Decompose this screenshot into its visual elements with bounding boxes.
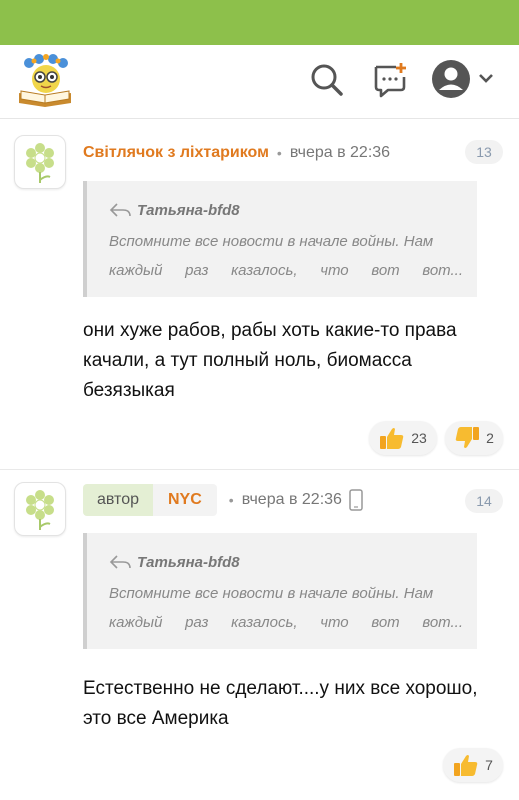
- quote-word: каждый: [109, 614, 163, 631]
- like-button[interactable]: 7: [443, 748, 503, 782]
- quote-word: вот...: [422, 614, 463, 631]
- user-avatar[interactable]: [14, 135, 66, 189]
- quote-word: вот: [371, 262, 400, 279]
- reply-arrow-icon: [109, 555, 131, 569]
- user-avatar-icon: [432, 60, 493, 98]
- separator-dot: •: [276, 145, 282, 161]
- quote-word: казалось,: [231, 614, 298, 631]
- quote-word: что: [320, 614, 349, 631]
- dislike-count: 2: [486, 430, 494, 446]
- comment-number[interactable]: 14: [465, 489, 503, 513]
- quote-author: Татьяна-bfd8: [137, 201, 240, 219]
- quote-line-2: каждый раз казалось, что вот вот...: [109, 256, 463, 285]
- site-header: [0, 45, 519, 119]
- comment-meta: Світлячок з ліхтариком • вчера в 22:36: [83, 138, 390, 168]
- username[interactable]: NYC: [153, 484, 217, 516]
- quote-word: казалось,: [231, 262, 298, 279]
- thumbs-down-icon: [455, 427, 480, 448]
- quote-block[interactable]: Татьяна-bfd8 Вспомните все новости в нач…: [83, 181, 477, 297]
- like-count: 7: [485, 757, 493, 773]
- user-menu-button[interactable]: [431, 59, 497, 99]
- chevron-down-icon: [479, 74, 493, 83]
- quote-word: вот: [371, 614, 400, 631]
- quote-word: каждый: [109, 262, 163, 279]
- separator-dot: •: [228, 492, 234, 508]
- username[interactable]: Світлячок з ліхтариком: [83, 144, 269, 162]
- search-icon[interactable]: [306, 59, 346, 99]
- quote-text: Вспомните все новости в начале войны. На…: [109, 579, 463, 637]
- thumbs-up-icon: [454, 755, 478, 776]
- mobile-device-icon: [349, 489, 363, 511]
- comment-14: автор NYC • вчера в 22:36 14 Татьяна-bfd8…: [0, 470, 519, 800]
- author-badge: автор: [83, 484, 153, 516]
- quote-text: Вспомните все новости в начале войны. На…: [109, 227, 463, 285]
- book-logo[interactable]: [15, 53, 77, 109]
- flower-avatar-icon: [26, 143, 54, 183]
- quote-line-1: Вспомните все новости в начале войны. На…: [109, 233, 434, 250]
- comment-number[interactable]: 13: [465, 140, 503, 164]
- flower-avatar-icon: [26, 490, 54, 530]
- timestamp: вчера в 22:36: [241, 491, 342, 508]
- quote-word: раз: [185, 262, 209, 279]
- reply-arrow-icon: [109, 203, 131, 217]
- new-post-icon[interactable]: [370, 59, 410, 99]
- timestamp: вчера в 22:36: [289, 144, 391, 161]
- quote-word: раз: [185, 614, 209, 631]
- comment-meta: автор NYC • вчера в 22:36: [83, 484, 364, 516]
- quote-word: что: [320, 262, 349, 279]
- thumbs-up-icon: [380, 428, 404, 449]
- quote-header: Татьяна-bfd8: [109, 199, 463, 221]
- like-button[interactable]: 23: [369, 421, 437, 455]
- like-count: 23: [411, 430, 427, 446]
- quote-author: Татьяна-bfd8: [137, 553, 240, 571]
- quote-word: вот...: [422, 262, 463, 279]
- dislike-button[interactable]: 2: [445, 421, 503, 455]
- comment-text: они хуже рабов, рабы хоть какие-то права…: [83, 320, 457, 401]
- quote-header: Татьяна-bfd8: [109, 551, 463, 573]
- quote-line-2: каждый раз казалось, что вот вот...: [109, 608, 463, 637]
- comment-text: Естественно не сделают....у них все хоро…: [83, 678, 478, 729]
- quote-line-1: Вспомните все новости в начале войны. На…: [109, 585, 434, 602]
- top-green-bar: [0, 0, 519, 45]
- quote-block[interactable]: Татьяна-bfd8 Вспомните все новости в нач…: [83, 533, 477, 649]
- user-avatar[interactable]: [14, 482, 66, 536]
- comment-13: Світлячок з ліхтариком • вчера в 22:36 1…: [0, 119, 519, 469]
